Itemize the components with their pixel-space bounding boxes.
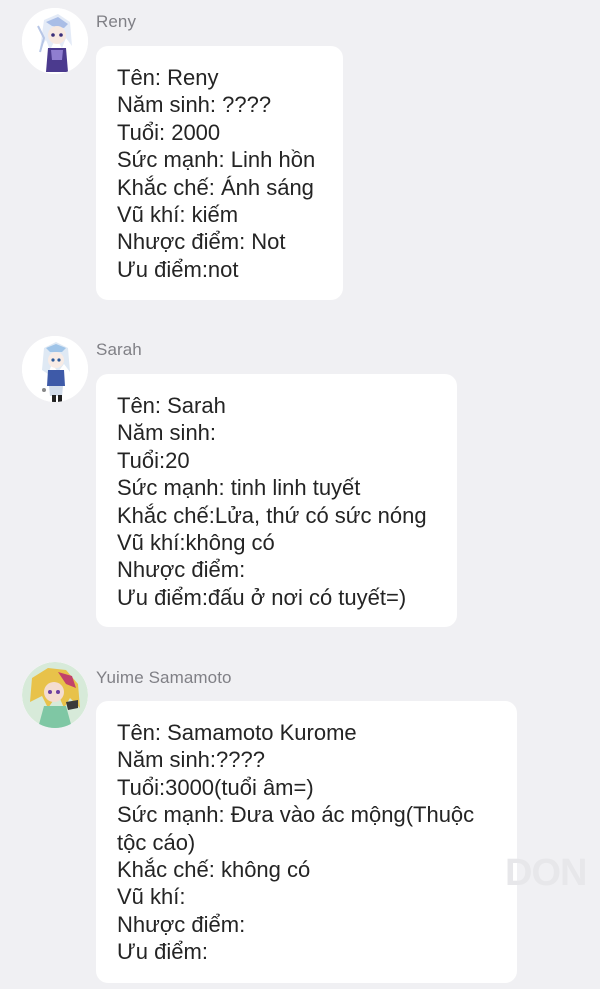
- sender-name: Sarah: [96, 340, 142, 359]
- message-bubble: Tên: Reny Năm sinh: ???? Tuổi: 2000 Sức …: [96, 46, 343, 300]
- message-yuime-samamoto: Yuime Samamoto Tên: Samamoto Kurome Năm …: [0, 656, 600, 989]
- message-line: Nhược điểm: Not: [117, 229, 286, 255]
- chat-thread: Reny Tên: Reny Năm sinh: ???? Tuổi: 2000…: [0, 0, 600, 989]
- avatar[interactable]: [22, 662, 88, 728]
- message-line: Tuổi:20: [117, 447, 190, 473]
- message-line: Tuổi: 2000: [117, 119, 221, 145]
- message-line: Ưu điểm:: [117, 939, 208, 965]
- message-line: Khắc chế: Ánh sáng: [117, 174, 314, 200]
- message-line: Khắc chế:Lửa, thứ có sức nóng: [117, 502, 427, 528]
- message-line: Tuổi:3000(tuổi âm=): [117, 774, 314, 800]
- message-line: Ưu điểm:not: [117, 256, 239, 282]
- message-line: Tên: Samamoto Kurome: [117, 720, 357, 745]
- message-bubble: Tên: Samamoto Kurome Năm sinh:???? Tuổi:…: [96, 701, 517, 983]
- message-line: Vũ khí:: [117, 884, 186, 910]
- message-bubble: Tên: Sarah Năm sinh: Tuổi:20 Sức mạnh: t…: [96, 374, 457, 627]
- message-line: Tên: Sarah: [117, 393, 226, 418]
- message-reny: Reny Tên: Reny Năm sinh: ???? Tuổi: 2000…: [0, 0, 600, 310]
- sender-name: Reny: [96, 12, 137, 31]
- message-line: Ưu điểm:đấu ở nơi có tuyết=): [117, 584, 407, 610]
- message-line: Vũ khí:không có: [117, 530, 275, 556]
- message-line: Năm sinh: ????: [117, 92, 272, 118]
- sender-name: Yuime Samamoto: [96, 668, 232, 687]
- message-line: Tên: Reny: [117, 65, 219, 90]
- message-sarah: Sarah Tên: Sarah Năm sinh: Tuổi:20 Sức m…: [0, 328, 600, 638]
- message-line: Khắc chế: không có: [117, 857, 311, 883]
- message-line: Nhược điểm:: [117, 557, 246, 583]
- message-line: Vũ khí: kiếm: [117, 202, 239, 228]
- message-line: Sức mạnh: Đưa vào ác mộng(Thuộc tộc cáo): [117, 802, 481, 855]
- message-line: Sức mạnh: tinh linh tuyết: [117, 475, 361, 501]
- message-line: Năm sinh:????: [117, 747, 265, 773]
- avatar[interactable]: [22, 336, 88, 402]
- avatar[interactable]: [22, 8, 88, 74]
- message-line: Sức mạnh: Linh hồn: [117, 147, 316, 173]
- message-line: Năm sinh:: [117, 420, 217, 446]
- message-line: Nhược điểm:: [117, 911, 246, 937]
